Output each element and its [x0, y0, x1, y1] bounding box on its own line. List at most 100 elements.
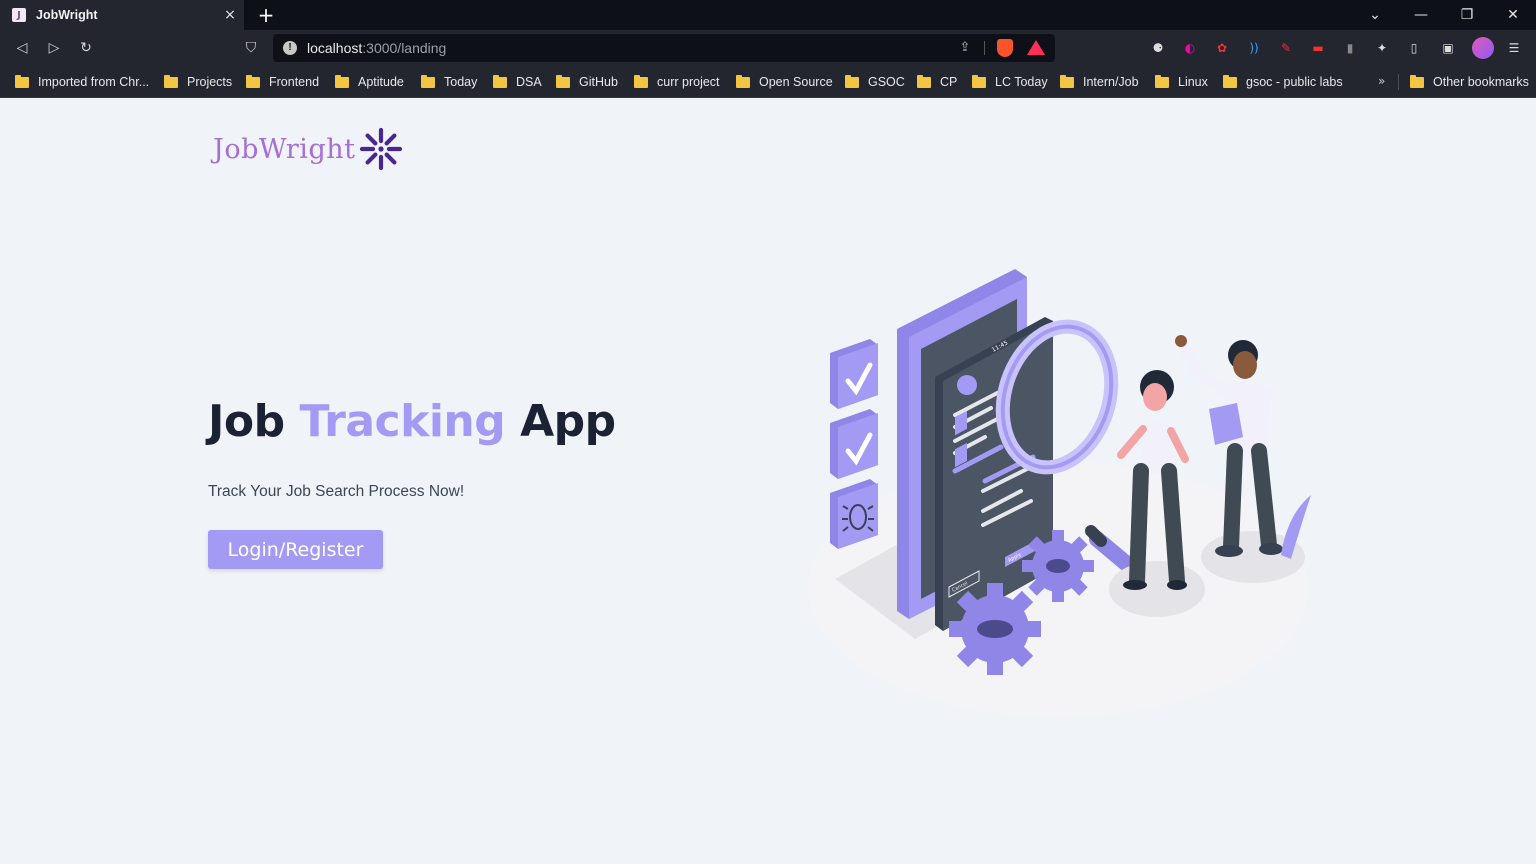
bookmark-label: GitHub [579, 75, 618, 89]
bookmark-label: LC Today [995, 75, 1048, 89]
folder-icon [164, 74, 178, 88]
site-logo[interactable]: JobWright [213, 127, 403, 171]
browser-toolbar: ◁ ▷ ↻ ⛉ ! localhost:3000/landing ⇪ ⚈ ◐ ✿… [0, 30, 1536, 66]
bookmark-folder[interactable]: Aptitude [335, 74, 404, 90]
extension-icon-3[interactable]: ✿ [1213, 39, 1231, 57]
browser-tab-active[interactable]: J JobWright × [0, 0, 244, 30]
bookmark-folder[interactable]: Frontend [246, 74, 319, 90]
folder-icon [493, 74, 507, 88]
brave-rewards-icon[interactable] [1027, 40, 1045, 55]
profile-avatar[interactable] [1472, 37, 1494, 59]
bookmark-folder[interactable]: Open Source [736, 74, 833, 90]
bookmark-page-icon[interactable]: ⛉ [241, 38, 261, 58]
bookmark-folder[interactable]: CP [917, 74, 957, 90]
bookmark-folder[interactable]: GSOC [845, 74, 905, 90]
bookmark-label: Other bookmarks [1433, 75, 1529, 89]
gear-icon [949, 583, 1041, 675]
extension-icon-4[interactable]: )) [1245, 39, 1263, 57]
folder-icon [246, 74, 260, 88]
browser-tab-bar: J JobWright × + ⌄ — ❐ ✕ [0, 0, 1536, 30]
close-window-button[interactable]: ✕ [1490, 0, 1536, 30]
folder-icon [972, 74, 986, 88]
bookmark-label: Open Source [759, 75, 833, 89]
folder-icon [1155, 74, 1169, 88]
bookmark-label: Intern/Job [1083, 75, 1139, 89]
checkbox-icon [830, 409, 878, 479]
gear-icon [1022, 530, 1094, 602]
tab-favicon-icon: J [12, 8, 26, 22]
minimize-button[interactable]: — [1398, 0, 1444, 30]
logo-text: JobWright [213, 133, 356, 165]
bookmark-folder[interactable]: Imported from Chr... [15, 74, 149, 90]
bookmark-folder[interactable]: gsoc - public labs [1223, 74, 1343, 90]
sparkle-logo-icon [360, 127, 403, 171]
wallet-icon[interactable]: ▣ [1439, 39, 1457, 57]
share-icon[interactable]: ⇪ [957, 40, 973, 56]
address-url[interactable]: localhost:3000/landing [307, 40, 446, 56]
forward-icon[interactable]: ▷ [44, 38, 64, 58]
login-register-button[interactable]: Login/Register [208, 530, 383, 569]
checkbox-icon [830, 339, 878, 409]
bookmarks-divider [1398, 74, 1399, 90]
hero-title-job: Job [208, 396, 285, 447]
job-search-illustration: 11:45 Apply Cancel [808, 269, 1311, 717]
folder-icon [335, 74, 349, 88]
bookmark-folder[interactable]: DSA [493, 74, 542, 90]
folder-icon [736, 74, 750, 88]
address-host: localhost [307, 40, 363, 56]
address-path: :3000/landing [362, 40, 447, 56]
folder-icon [917, 74, 931, 88]
tab-title: JobWright [36, 8, 98, 22]
hero-title-app: App [520, 396, 616, 447]
bookmark-folder[interactable]: Projects [164, 74, 232, 90]
tab-search-chevron-icon[interactable]: ⌄ [1352, 0, 1398, 30]
folder-icon [1060, 74, 1074, 88]
site-info-icon[interactable]: ! [283, 41, 297, 55]
address-bar[interactable]: ! localhost:3000/landing ⇪ [273, 34, 1055, 62]
folder-icon [634, 74, 648, 88]
folder-icon [845, 74, 859, 88]
bookmark-label: Linux [1178, 75, 1208, 89]
bookmark-label: gsoc - public labs [1246, 75, 1343, 89]
back-icon[interactable]: ◁ [12, 38, 32, 58]
brave-shields-icon[interactable] [997, 39, 1013, 57]
bookmark-label: Today [444, 75, 478, 89]
reload-icon[interactable]: ↻ [76, 38, 96, 58]
restore-button[interactable]: ❐ [1444, 0, 1490, 30]
bookmarks-bar: Imported from Chr... Projects Frontend A… [0, 66, 1536, 98]
bookmark-folder[interactable]: Today [421, 74, 477, 90]
bookmark-label: Aptitude [358, 75, 404, 89]
landing-page: JobWright Job Tracking App Track Your Jo… [0, 99, 1536, 864]
extension-icon-1[interactable]: ⚈ [1149, 39, 1167, 57]
sidebar-icon[interactable]: ▯ [1405, 39, 1423, 57]
bookmark-label: CP [940, 75, 958, 89]
extension-icon-5[interactable]: ✎ [1277, 39, 1295, 57]
hero-subtitle: Track Your Job Search Process Now! [208, 483, 465, 500]
hero-title-tracking: Tracking [299, 396, 506, 447]
folder-icon [15, 74, 29, 88]
bookmark-folder[interactable]: LC Today [972, 74, 1048, 90]
tab-close-icon[interactable]: × [222, 7, 238, 23]
extension-icon-2[interactable]: ◐ [1181, 39, 1199, 57]
menu-icon[interactable]: ☰ [1505, 39, 1523, 57]
phone-device: 11:45 Apply Cancel [897, 269, 1053, 631]
bookmark-label: DSA [516, 75, 542, 89]
bookmark-folder[interactable]: Intern/Job [1060, 74, 1139, 90]
bookmark-folder[interactable]: curr project [634, 74, 720, 90]
hero-title: Job Tracking App [208, 396, 616, 447]
extension-icon-7[interactable]: ▮ [1341, 39, 1359, 57]
folder-icon [421, 74, 435, 88]
folder-icon [1410, 74, 1424, 88]
bookmarks-overflow-icon[interactable]: » [1378, 74, 1385, 88]
new-tab-button[interactable]: + [256, 5, 276, 25]
bookmark-label: GSOC [868, 75, 905, 89]
bookmark-label: curr project [657, 75, 720, 89]
address-divider [984, 41, 985, 55]
other-bookmarks-folder[interactable]: Other bookmarks [1410, 74, 1529, 90]
bookmark-folder[interactable]: GitHub [556, 74, 618, 90]
extension-icon-6[interactable]: ▬ [1309, 39, 1327, 57]
folder-icon [556, 74, 570, 88]
bookmark-label: Imported from Chr... [38, 75, 150, 89]
bookmark-folder[interactable]: Linux [1155, 74, 1208, 90]
extensions-puzzle-icon[interactable]: ✦ [1373, 39, 1391, 57]
